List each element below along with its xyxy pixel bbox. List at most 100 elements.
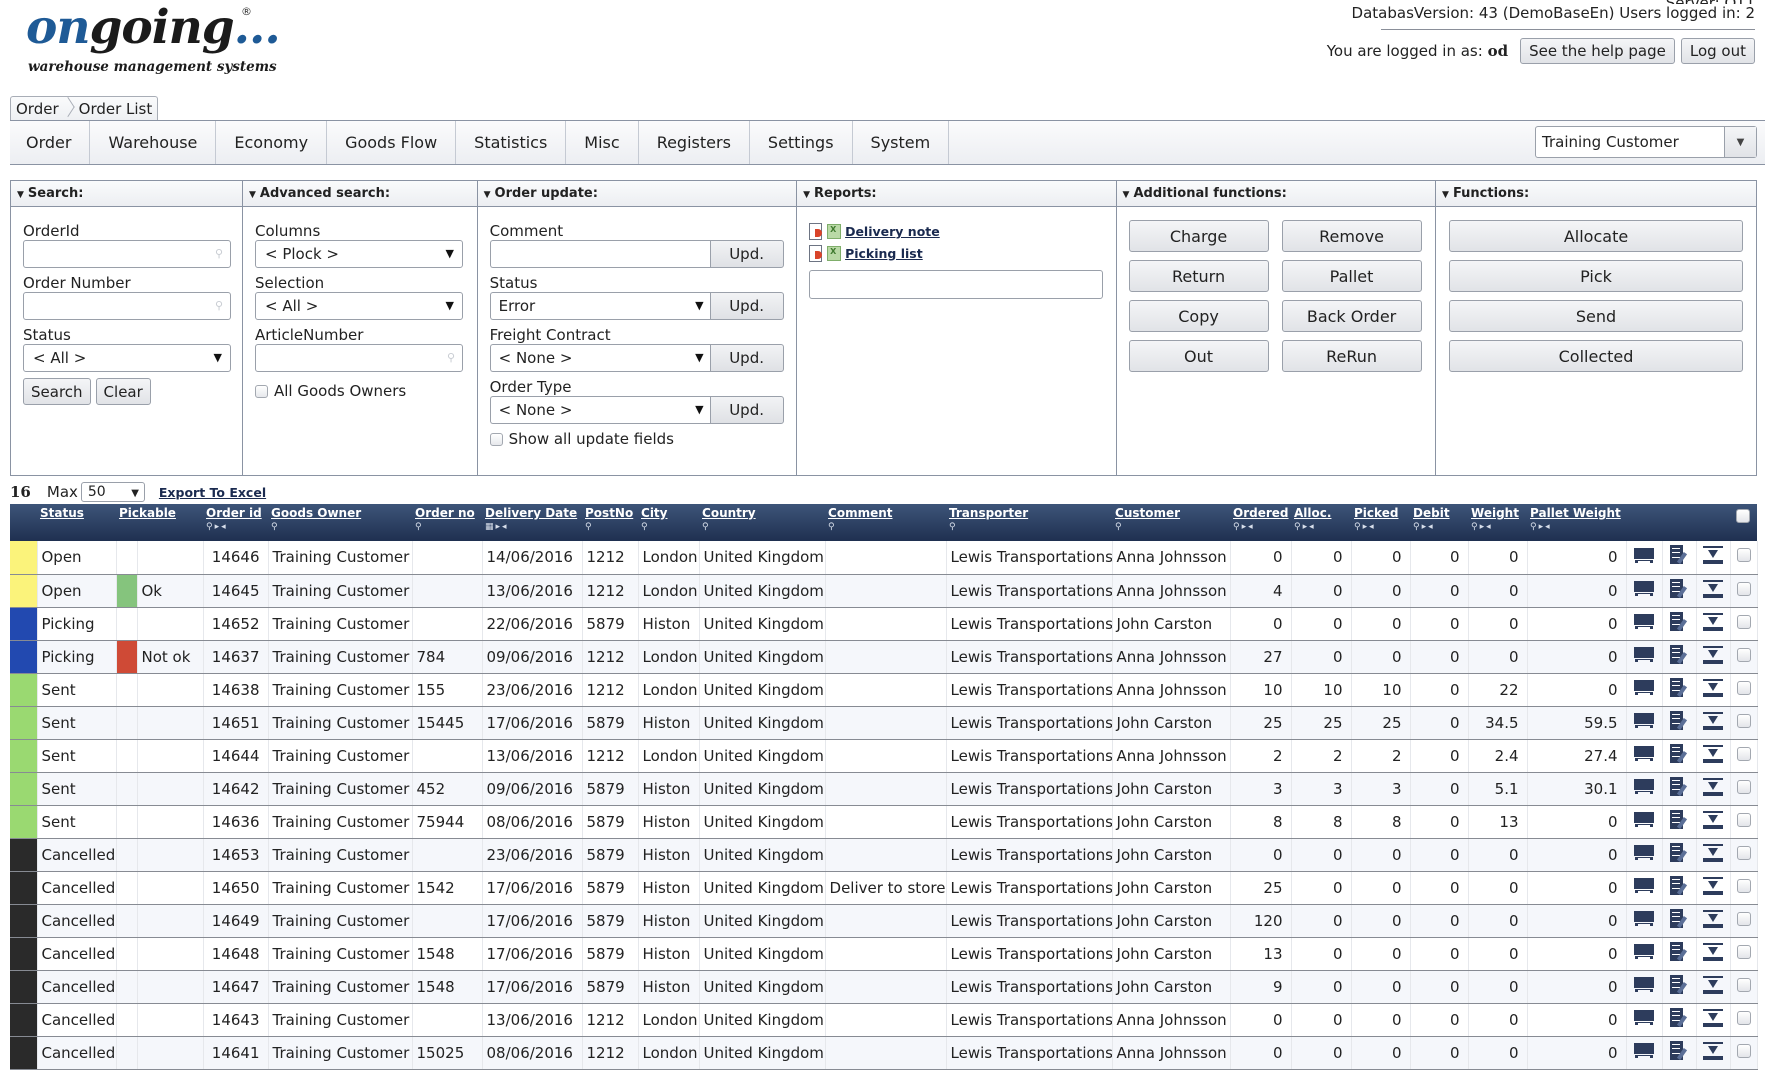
header-alloc-label[interactable]: Alloc. [1294,506,1348,520]
download-icon[interactable] [1703,645,1724,664]
filter-icon[interactable]: ⚲ [702,522,822,532]
filter-sort-icons[interactable]: ⚲▸◂ [1354,522,1407,532]
download-icon[interactable] [1703,942,1724,961]
pallet-action[interactable] [1626,1036,1663,1070]
header-comment[interactable]: Comment ⚲ [825,504,947,541]
table-row[interactable]: Cancelled 14649 Training Customer 17/06/201… [10,904,1758,938]
report-picking-list[interactable]: Picking list [809,245,1103,262]
edit-action[interactable] [1662,706,1697,740]
download-action[interactable] [1696,937,1731,971]
advanced-search-header[interactable]: ▼ Advanced search: [243,181,477,207]
clear-button[interactable]: Clear [95,378,151,405]
logout-button[interactable]: Log out [1680,38,1755,64]
pallet-action[interactable] [1626,838,1663,872]
download-action[interactable] [1696,706,1731,740]
header-postno[interactable]: PostNo ⚲ [582,504,639,541]
download-icon[interactable] [1703,711,1724,730]
row-select[interactable] [1730,640,1758,674]
header-country[interactable]: Country ⚲ [699,504,826,541]
remove-button[interactable]: Remove [1281,220,1422,252]
table-row[interactable]: Sent 14636 Training Customer 75944 08/06/201… [10,805,1758,839]
pallet-icon[interactable] [1634,977,1655,992]
pallet-icon[interactable] [1634,911,1655,926]
edit-document-icon[interactable] [1670,974,1688,995]
picking-list-link[interactable]: Picking list [845,246,923,261]
filter-sort-icons[interactable]: ⚲▸◂ [1413,522,1465,532]
filter-icon[interactable]: ⚲ [585,522,635,532]
pallet-icon[interactable] [1634,845,1655,860]
row-checkbox[interactable] [1736,713,1751,728]
header-pickable[interactable]: Pickable [116,504,204,541]
header-picked-label[interactable]: Picked [1354,506,1407,520]
header-order-no-label[interactable]: Order no [415,506,479,520]
table-row[interactable]: Open Ok 14645 Training Customer 13/06/2016 12… [10,574,1758,608]
row-select[interactable] [1730,739,1758,773]
edit-action[interactable] [1662,640,1697,674]
pallet-icon[interactable] [1634,713,1655,728]
filter-sort-icons[interactable]: ⚲▸◂ [206,522,265,532]
row-select[interactable] [1730,541,1758,575]
update-status-select[interactable]: Error ▼ [489,292,710,320]
table-row[interactable]: Picking Not ok 14637 Training Customer 784 09… [10,640,1758,674]
header-customer-label[interactable]: Customer [1115,506,1227,520]
update-comment-button[interactable]: Upd. [709,240,784,268]
download-action[interactable] [1696,772,1731,806]
header-status[interactable]: Status [37,504,116,541]
pallet-action[interactable] [1626,607,1663,641]
send-button[interactable]: Send [1449,300,1744,332]
header-debit-label[interactable]: Debit [1413,506,1465,520]
download-icon[interactable] [1703,810,1724,829]
download-action[interactable] [1696,607,1731,641]
row-checkbox[interactable] [1736,581,1751,596]
header-order-no[interactable]: Order no ⚲ [412,504,483,541]
row-select[interactable] [1730,970,1758,1004]
table-row[interactable]: Cancelled 14647 Training Customer 1548 17/06… [10,970,1758,1004]
table-row[interactable]: Sent 14638 Training Customer 155 23/06/2016 1… [10,673,1758,707]
edit-document-icon[interactable] [1670,611,1688,632]
pallet-action[interactable] [1626,541,1663,575]
row-checkbox[interactable] [1736,911,1751,926]
pallet-icon[interactable] [1634,614,1655,629]
row-select[interactable] [1730,772,1758,806]
edit-document-icon[interactable] [1670,941,1688,962]
header-ordered[interactable]: Ordered ⚲▸◂ [1230,504,1292,541]
nav-tab-statistics[interactable]: Statistics [456,121,567,164]
filter-icon[interactable]: ⚲ [415,522,479,532]
table-row[interactable]: Cancelled 14648 Training Customer 1548 17/06… [10,937,1758,971]
search-button[interactable]: Search [23,378,91,405]
breadcrumb-order-list[interactable]: Order List [79,100,153,118]
article-number-input[interactable]: ⚲ [255,344,463,372]
select-all-checkbox[interactable] [1736,509,1751,523]
header-ordered-label[interactable]: Ordered [1233,506,1289,520]
row-checkbox[interactable] [1736,1010,1751,1025]
row-select[interactable] [1730,673,1758,707]
report-delivery-note[interactable]: Delivery note [809,223,1103,240]
table-row[interactable]: Sent 14642 Training Customer 452 09/06/2016 5… [10,772,1758,806]
help-page-button[interactable]: See the help page [1520,38,1675,64]
edit-document-icon[interactable] [1670,842,1688,863]
download-action[interactable] [1696,904,1731,938]
row-select[interactable] [1730,1003,1758,1037]
filter-sort-icons[interactable]: ⚲▸◂ [1294,522,1348,532]
edit-action[interactable] [1662,970,1697,1004]
edit-document-icon[interactable] [1670,545,1688,565]
pallet-icon[interactable] [1634,647,1655,662]
row-checkbox[interactable] [1736,614,1751,629]
pallet-icon[interactable] [1634,547,1655,563]
header-order-id[interactable]: Order id ⚲▸◂ [203,504,269,541]
update-order-type-button[interactable]: Upd. [709,396,784,424]
row-checkbox[interactable] [1736,977,1751,992]
download-action[interactable] [1696,541,1731,575]
row-select[interactable] [1730,871,1758,905]
edit-action[interactable] [1662,772,1697,806]
download-icon[interactable] [1703,843,1724,862]
nav-tab-order[interactable]: Order [10,121,91,164]
header-postno-label[interactable]: PostNo [585,506,635,520]
filter-icon[interactable]: ⚲ [271,522,409,532]
edit-document-icon[interactable] [1670,908,1688,929]
copy-button[interactable]: Copy [1128,300,1269,332]
row-checkbox[interactable] [1736,746,1751,761]
show-all-update-fields-checkbox[interactable] [489,432,503,446]
status-select[interactable]: < All > ▼ [23,344,231,372]
pallet-icon[interactable] [1634,812,1655,827]
